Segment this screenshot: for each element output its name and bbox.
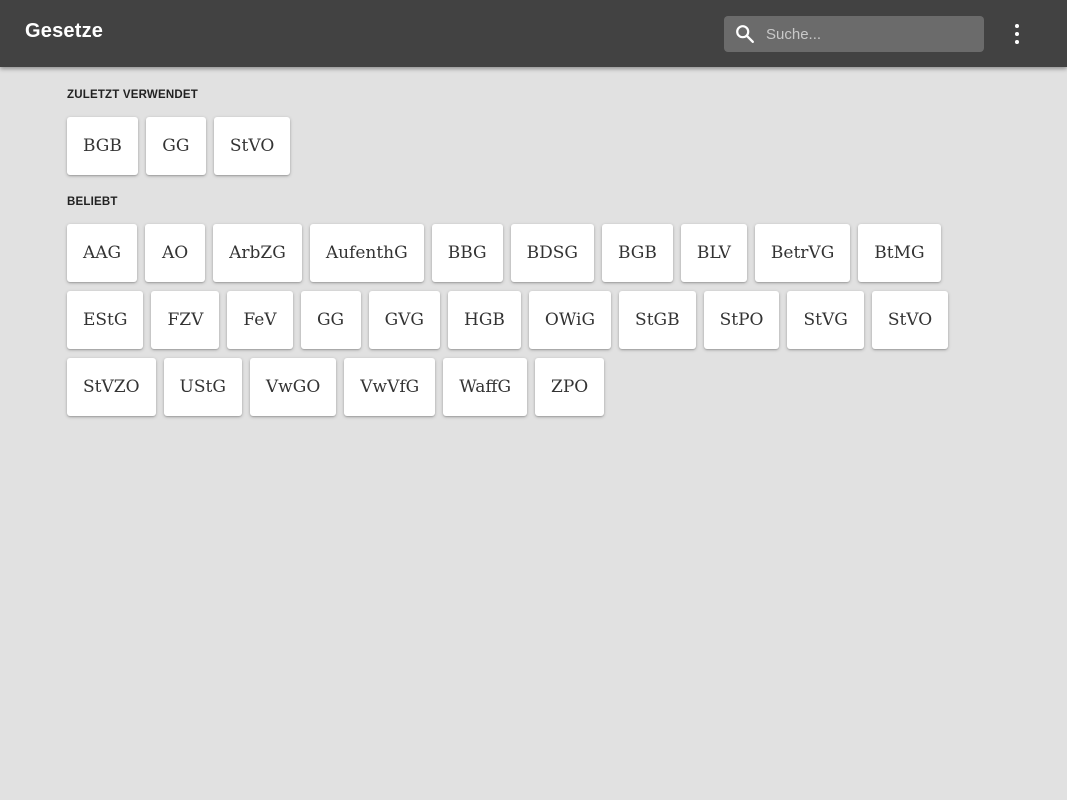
popular-law-card[interactable]: GVG [368, 291, 440, 349]
recent-laws-grid: BGB GG StVO [67, 117, 967, 175]
more-vert-icon[interactable] [1003, 18, 1031, 50]
popular-law-card[interactable]: ZPO [535, 358, 605, 416]
popular-law-card[interactable]: OWiG [528, 291, 612, 349]
search-box[interactable] [724, 16, 984, 52]
popular-laws-grid: AAG AO ArbZG AufenthG BBG BDSG BGB BLV BetrVG BtM… [67, 224, 967, 416]
popular-law-card[interactable]: ArbZG [213, 224, 302, 282]
popular-law-card[interactable]: UStG [163, 358, 242, 416]
app-bar: Gesetze [0, 0, 1067, 67]
recent-law-card[interactable]: StVO [213, 117, 291, 175]
popular-law-card[interactable]: AAG [67, 224, 138, 282]
popular-law-card[interactable]: FZV [151, 291, 220, 349]
popular-law-card[interactable]: BBG [431, 224, 503, 282]
search-icon [736, 25, 754, 43]
popular-law-card[interactable]: FeV [227, 291, 293, 349]
popular-law-card[interactable]: HGB [448, 291, 521, 349]
popular-law-card[interactable]: BtMG [858, 224, 941, 282]
section-title-popular: BELIEBT [67, 196, 118, 208]
recent-law-card[interactable]: GG [145, 117, 206, 175]
popular-law-card[interactable]: BGB [601, 224, 673, 282]
section-title-recent: ZULETZT VERWENDET [67, 89, 198, 101]
popular-law-card[interactable]: WaffG [443, 358, 528, 416]
popular-law-card[interactable]: AufenthG [309, 224, 424, 282]
popular-law-card[interactable]: StGB [619, 291, 696, 349]
popular-law-card[interactable]: StVO [871, 291, 949, 349]
recent-law-card[interactable]: BGB [67, 117, 138, 175]
app-title: Gesetze [25, 20, 104, 42]
popular-law-card[interactable]: VwGO [249, 358, 337, 416]
popular-law-card[interactable]: GG [300, 291, 361, 349]
popular-law-card[interactable]: StPO [703, 291, 780, 349]
popular-law-card[interactable]: EStG [67, 291, 144, 349]
popular-law-card[interactable]: AO [145, 224, 206, 282]
popular-law-card[interactable]: StVG [787, 291, 864, 349]
search-input[interactable] [766, 16, 976, 52]
popular-law-card[interactable]: StVZO [67, 358, 156, 416]
popular-law-card[interactable]: BLV [680, 224, 747, 282]
popular-law-card[interactable]: BDSG [510, 224, 594, 282]
popular-law-card[interactable]: VwVfG [344, 358, 436, 416]
popular-law-card[interactable]: BetrVG [754, 224, 851, 282]
